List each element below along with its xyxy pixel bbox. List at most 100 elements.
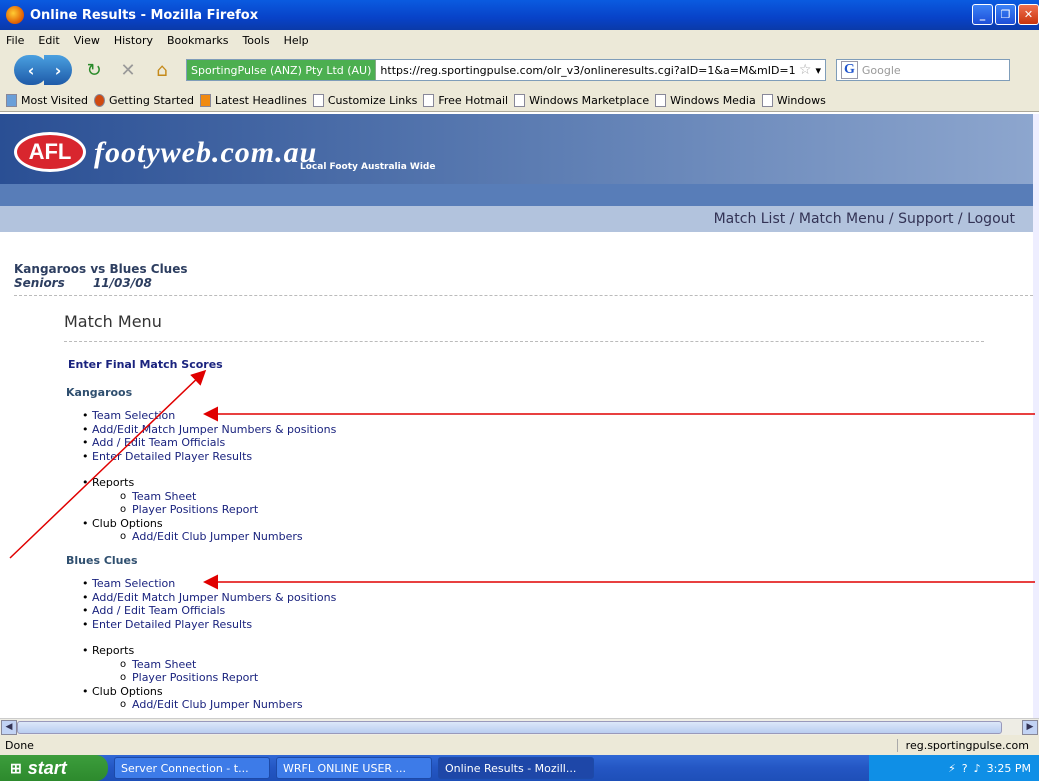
windows-taskbar: ⊞ start Server Connection - t... WRFL ON… <box>0 755 1039 781</box>
bookmark-star-icon[interactable]: ☆ <box>799 62 812 78</box>
divider <box>14 295 1033 296</box>
team-heading-blues-clues: Blues Clues <box>66 554 138 567</box>
forward-button[interactable]: › <box>44 55 72 85</box>
horizontal-scrollbar[interactable]: ◀ ▶ <box>0 718 1039 735</box>
tray-help-icon[interactable]: ? <box>962 762 968 775</box>
afl-logo[interactable]: AFL <box>14 132 86 172</box>
clock: 3:25 PM <box>986 761 1031 775</box>
menu-help[interactable]: Help <box>284 34 309 47</box>
team-heading-kangaroos: Kangaroos <box>66 386 133 399</box>
menu-tools[interactable]: Tools <box>242 34 269 47</box>
enter-final-match-scores-link[interactable]: Enter Final Match Scores <box>68 358 223 371</box>
reports-label: Reports <box>82 644 303 658</box>
options-blues-clues: Reports Team Sheet Player Positions Repo… <box>82 644 303 712</box>
match-subtitle: Seniors 11/03/08 <box>14 276 152 290</box>
menu-bookmarks[interactable]: Bookmarks <box>167 34 228 47</box>
page-icon <box>312 94 324 107</box>
bookmark-windows[interactable]: Windows <box>761 94 826 107</box>
nav-match-list[interactable]: Match List <box>714 211 786 227</box>
minimize-button[interactable]: _ <box>972 4 993 25</box>
bookmark-getting-started[interactable]: Getting Started <box>93 94 194 107</box>
menu-view[interactable]: View <box>74 34 100 47</box>
nav-support[interactable]: Support <box>898 211 953 227</box>
nav-separator: / <box>884 211 899 227</box>
divider <box>64 341 984 342</box>
back-button[interactable]: ‹ <box>14 55 48 85</box>
match-date: 11/03/08 <box>92 276 152 290</box>
page-icon <box>423 94 435 107</box>
navigation-toolbar: ‹ › ↻ ✕ ⌂ SportingPulse (ANZ) Pty Ltd (A… <box>0 50 1039 90</box>
player-results-link[interactable]: Enter Detailed Player Results <box>82 450 336 464</box>
bookmark-customize-links[interactable]: Customize Links <box>312 94 417 107</box>
top-navigation: Match List / Match Menu / Support / Logo… <box>0 206 1033 232</box>
player-positions-report-link[interactable]: Player Positions Report <box>120 503 303 517</box>
player-results-link[interactable]: Enter Detailed Player Results <box>82 618 336 632</box>
bookmark-latest-headlines[interactable]: Latest Headlines <box>200 94 307 107</box>
bookmark-free-hotmail[interactable]: Free Hotmail <box>423 94 508 107</box>
window-title: Online Results - Mozilla Firefox <box>30 7 259 23</box>
bookmark-icon <box>6 94 17 107</box>
player-positions-report-link[interactable]: Player Positions Report <box>120 671 303 685</box>
windows-logo-icon: ⊞ <box>10 759 22 776</box>
options-kangaroos: Reports Team Sheet Player Positions Repo… <box>82 476 303 544</box>
search-input[interactable]: Google <box>862 64 901 77</box>
reload-icon[interactable]: ↻ <box>82 58 106 82</box>
reports-label: Reports <box>82 476 303 490</box>
scroll-right-icon[interactable]: ▶ <box>1022 720 1038 735</box>
site-tagline: Local Footy Australia Wide <box>300 162 436 172</box>
scroll-left-icon[interactable]: ◀ <box>1 720 17 735</box>
footyweb-logo[interactable]: footyweb.com.au <box>94 136 317 170</box>
dropdown-arrow-icon[interactable]: ▾ <box>815 64 821 77</box>
window-titlebar: Online Results - Mozilla Firefox _ ❐ ✕ <box>0 0 1039 30</box>
url-input[interactable]: https://reg.sportingpulse.com/olr_v3/onl… <box>376 64 795 77</box>
team-selection-link[interactable]: Team Selection <box>82 409 336 423</box>
club-jumper-numbers-link[interactable]: Add/Edit Club Jumper Numbers <box>120 698 303 712</box>
team-officials-link[interactable]: Add / Edit Team Officials <box>82 604 336 618</box>
task-server-connection[interactable]: Server Connection - t... <box>114 757 270 779</box>
address-bar[interactable]: SportingPulse (ANZ) Pty Ltd (AU) https:/… <box>186 59 826 81</box>
team-links-blues-clues: Team Selection Add/Edit Match Jumper Num… <box>82 577 336 632</box>
menu-file[interactable]: File <box>6 34 24 47</box>
google-icon[interactable]: G <box>841 61 858 79</box>
window-controls: _ ❐ ✕ <box>972 4 1039 25</box>
nav-separator: / <box>785 211 799 227</box>
vertical-scrollbar[interactable] <box>1033 114 1039 718</box>
banner-strip <box>0 184 1033 206</box>
page-content: AFL footyweb.com.au Local Footy Australi… <box>0 114 1033 718</box>
scrollbar-thumb[interactable] <box>17 721 1002 734</box>
menu-bar: File Edit View History Bookmarks Tools H… <box>0 30 1039 50</box>
club-jumper-numbers-link[interactable]: Add/Edit Club Jumper Numbers <box>120 530 303 544</box>
page-title: Match Menu <box>64 312 162 331</box>
nav-match-menu[interactable]: Match Menu <box>799 211 885 227</box>
bookmark-most-visited[interactable]: Most Visited <box>6 94 88 107</box>
team-sheet-link[interactable]: Team Sheet <box>120 658 303 672</box>
system-tray: ⚡ ? ♪ 3:25 PM <box>869 755 1039 781</box>
status-domain: reg.sportingpulse.com <box>896 738 1029 752</box>
team-selection-link[interactable]: Team Selection <box>82 577 336 591</box>
task-wrfl-online-user[interactable]: WRFL ONLINE USER ... <box>276 757 432 779</box>
club-options-label: Club Options <box>82 685 303 699</box>
start-button[interactable]: ⊞ start <box>0 755 108 781</box>
menu-history[interactable]: History <box>114 34 153 47</box>
tray-network-icon[interactable]: ⚡ <box>948 762 956 775</box>
bookmarks-toolbar: Most Visited Getting Started Latest Head… <box>0 90 1039 112</box>
maximize-button[interactable]: ❐ <box>995 4 1016 25</box>
bookmark-windows-marketplace[interactable]: Windows Marketplace <box>514 94 649 107</box>
team-officials-link[interactable]: Add / Edit Team Officials <box>82 436 336 450</box>
home-icon[interactable]: ⌂ <box>150 58 174 82</box>
bookmark-windows-media[interactable]: Windows Media <box>655 94 756 107</box>
match-grade: Seniors <box>14 276 65 290</box>
team-sheet-link[interactable]: Team Sheet <box>120 490 303 504</box>
match-jumper-numbers-link[interactable]: Add/Edit Match Jumper Numbers & position… <box>82 591 336 605</box>
stop-icon[interactable]: ✕ <box>116 58 140 82</box>
menu-edit[interactable]: Edit <box>38 34 59 47</box>
team-links-kangaroos: Team Selection Add/Edit Match Jumper Num… <box>82 409 336 464</box>
close-button[interactable]: ✕ <box>1018 4 1039 25</box>
match-jumper-numbers-link[interactable]: Add/Edit Match Jumper Numbers & position… <box>82 423 336 437</box>
nav-logout[interactable]: Logout <box>967 211 1015 227</box>
search-bar[interactable]: G Google <box>836 59 1010 81</box>
task-online-results[interactable]: Online Results - Mozill... <box>438 757 594 779</box>
tray-volume-icon[interactable]: ♪ <box>974 762 981 775</box>
page-icon <box>761 94 773 107</box>
site-identity-badge[interactable]: SportingPulse (ANZ) Pty Ltd (AU) <box>187 60 377 80</box>
